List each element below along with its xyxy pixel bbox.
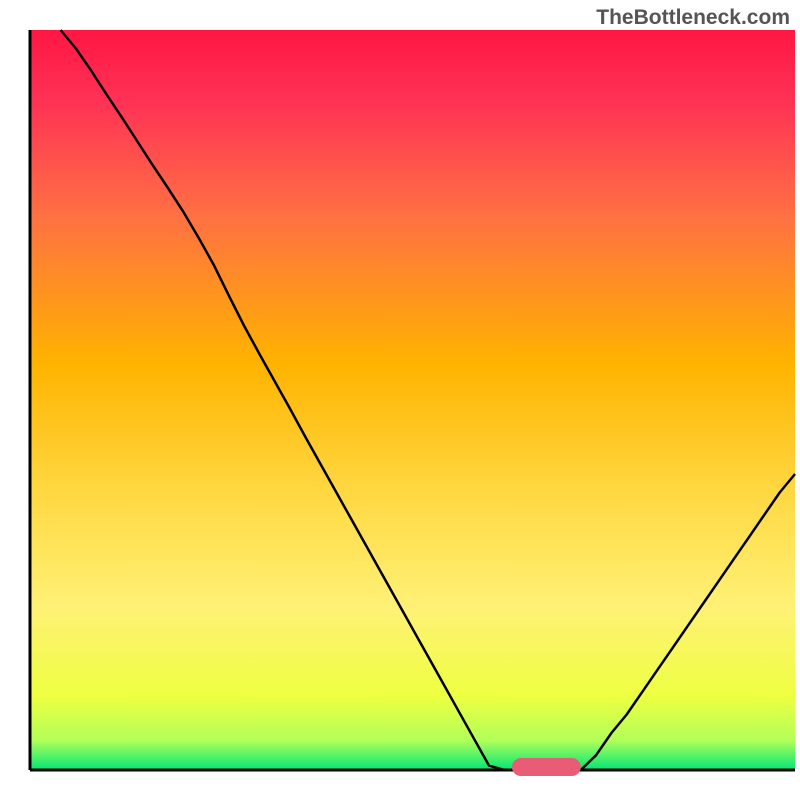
chart-svg xyxy=(0,0,800,800)
watermark-text: TheBottleneck.com xyxy=(596,6,790,30)
bottleneck-chart: TheBottleneck.com xyxy=(0,0,800,800)
optimal-marker xyxy=(512,758,581,776)
chart-background xyxy=(30,30,795,770)
